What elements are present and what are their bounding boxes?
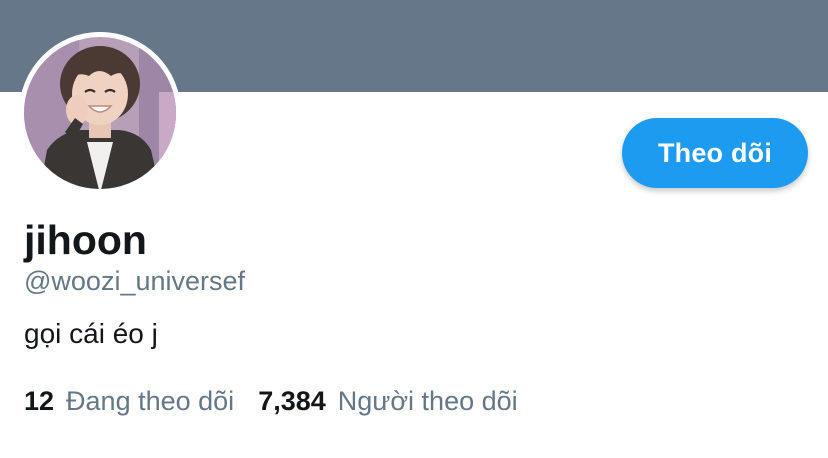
profile-bio: gọi cái éo j (24, 318, 158, 349)
display-name: jihoon (24, 217, 147, 263)
username-handle: @woozi_universef (24, 266, 246, 296)
profile-stats: 12 Đang theo dõi 7,384 Người theo dõi (24, 383, 542, 419)
following-label: Đang theo dõi (66, 386, 235, 416)
followers-count: 7,384 (258, 386, 326, 416)
followers-label: Người theo dõi (337, 386, 518, 416)
following-stat[interactable]: 12 Đang theo dõi (24, 383, 234, 419)
followers-stat[interactable]: 7,384 Người theo dõi (258, 383, 517, 419)
follow-button[interactable]: Theo dõi (622, 118, 808, 188)
profile-page: Theo dõi jihoon @woozi_universef gọi cái… (0, 0, 828, 458)
avatar[interactable] (19, 32, 181, 194)
avatar-photo (19, 32, 181, 194)
following-count: 12 (24, 386, 55, 416)
